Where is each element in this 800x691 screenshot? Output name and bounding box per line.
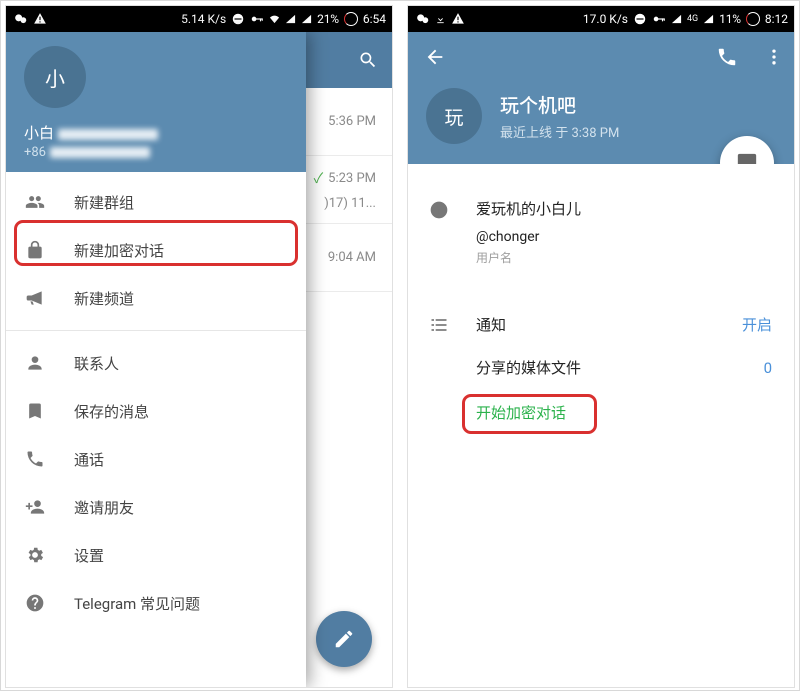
- phone-icon[interactable]: [716, 46, 738, 68]
- drawer-contacts[interactable]: 联系人: [6, 339, 306, 387]
- drawer-new-group[interactable]: 新建群组: [6, 178, 306, 226]
- drawer-item-label: 通话: [74, 449, 104, 470]
- notifications-value: 开启: [742, 314, 772, 335]
- drawer-faq[interactable]: Telegram 常见问题: [6, 579, 306, 627]
- network-type: 4G: [687, 14, 698, 24]
- back-arrow-icon[interactable]: [424, 46, 446, 68]
- right-phone-screen: 17.0 K/s 4G 11% 8:12 玩 玩个机吧 最近上线 于 3:38 …: [407, 5, 795, 688]
- group-icon: [25, 192, 45, 212]
- info-icon: [429, 200, 449, 220]
- signal-icon: [671, 14, 682, 25]
- drawer-new-channel[interactable]: 新建频道: [6, 274, 306, 322]
- drawer-item-label: 新建群组: [74, 192, 134, 213]
- contact-display-name: 爱玩机的小白儿: [476, 198, 774, 219]
- navigation-drawer: 小 小白 +86 新建群组 新建加密对话 新建频道 联系人: [6, 32, 306, 687]
- megaphone-icon: [25, 288, 45, 308]
- last-seen: 最近上线 于 3:38 PM: [500, 122, 619, 141]
- drawer-item-label: 设置: [74, 545, 104, 566]
- clock-time: 6:54: [363, 12, 386, 26]
- vpn-key-icon: [250, 12, 264, 26]
- user-phone: +86: [24, 145, 288, 160]
- shared-media-label: 分享的媒体文件: [476, 357, 581, 378]
- signal-icon-2: [703, 14, 714, 25]
- start-secret-chat-label: 开始加密对话: [476, 402, 566, 423]
- net-speed: 17.0 K/s: [583, 12, 628, 26]
- user-name: 小白: [24, 122, 288, 143]
- drawer-item-label: 联系人: [74, 353, 119, 374]
- drawer-calls[interactable]: 通话: [6, 435, 306, 483]
- dnd-icon: [231, 12, 245, 26]
- start-secret-chat-row[interactable]: 开始加密对话: [408, 390, 794, 435]
- drawer-item-label: Telegram 常见问题: [74, 593, 200, 614]
- warning-icon: [451, 12, 465, 26]
- bookmark-icon: [25, 401, 45, 421]
- wechat-icon: [14, 12, 28, 26]
- search-icon[interactable]: [358, 50, 378, 70]
- list-icon: [429, 315, 449, 335]
- contact-username[interactable]: @chonger: [476, 229, 774, 245]
- clock-time: 8:12: [765, 12, 788, 26]
- compose-fab[interactable]: [316, 611, 372, 667]
- signal-icon-2: [301, 14, 312, 25]
- profile-info: 玩 玩个机吧 最近上线 于 3:38 PM: [408, 82, 794, 144]
- lock-icon: [25, 240, 45, 260]
- battery-percent: 21%: [317, 12, 339, 26]
- wifi-icon: [269, 14, 280, 25]
- drawer-item-label: 新建加密对话: [74, 240, 164, 261]
- check-icon: ✓: [314, 168, 324, 188]
- drawer-item-label: 新建频道: [74, 288, 134, 309]
- shared-media-value: 0: [764, 359, 772, 377]
- clock-ring-icon: [746, 12, 760, 26]
- left-phone-screen: 5.14 K/s 21% 6:54 5:36 PM ✓5:23 PM )17) …: [5, 5, 393, 688]
- battery-percent: 11%: [719, 12, 741, 26]
- notifications-label: 通知: [476, 314, 716, 335]
- drawer-invite-friends[interactable]: 邀请朋友: [6, 483, 306, 531]
- drawer-item-label: 邀请朋友: [74, 497, 134, 518]
- notifications-row[interactable]: 通知 开启: [408, 304, 794, 345]
- profile-body: 爱玩机的小白儿 @chonger 用户名 通知 开启 分享的媒体文件 0 开始加…: [408, 164, 794, 687]
- contact-icon: [25, 353, 45, 373]
- drawer-item-label: 保存的消息: [74, 401, 149, 422]
- status-bar: 17.0 K/s 4G 11% 8:12: [408, 6, 794, 32]
- contact-avatar[interactable]: 玩: [426, 88, 482, 144]
- drawer-new-secret-chat[interactable]: 新建加密对话: [6, 226, 306, 274]
- drawer-settings[interactable]: 设置: [6, 531, 306, 579]
- net-speed: 5.14 K/s: [181, 12, 226, 26]
- wechat-icon: [416, 12, 430, 26]
- user-avatar[interactable]: 小: [24, 46, 86, 108]
- status-bar: 5.14 K/s 21% 6:54: [6, 6, 392, 32]
- vpn-key-icon: [652, 12, 666, 26]
- pencil-icon: [333, 628, 355, 650]
- download-icon: [435, 14, 446, 25]
- drawer-saved-messages[interactable]: 保存的消息: [6, 387, 306, 435]
- profile-toolbar: [408, 32, 794, 82]
- phone-icon: [25, 449, 45, 469]
- shared-media-row[interactable]: 分享的媒体文件 0: [408, 345, 794, 390]
- redacted-name-part: [58, 129, 158, 140]
- clock-ring-icon: [344, 12, 358, 26]
- help-icon: [25, 593, 45, 613]
- more-vert-icon[interactable]: [764, 47, 784, 67]
- username-hint: 用户名: [476, 249, 774, 266]
- signal-icon: [285, 14, 296, 25]
- contact-title: 玩个机吧: [500, 91, 619, 118]
- drawer-header: 小 小白 +86: [6, 32, 306, 172]
- redacted-phone-part: [50, 147, 150, 158]
- drawer-menu: 新建群组 新建加密对话 新建频道 联系人 保存的消息 通话: [6, 172, 306, 627]
- dnd-icon: [633, 12, 647, 26]
- gear-icon: [25, 545, 45, 565]
- warning-icon: [33, 12, 47, 26]
- person-add-icon: [25, 497, 45, 517]
- user-info-section: 爱玩机的小白儿 @chonger 用户名: [408, 194, 794, 270]
